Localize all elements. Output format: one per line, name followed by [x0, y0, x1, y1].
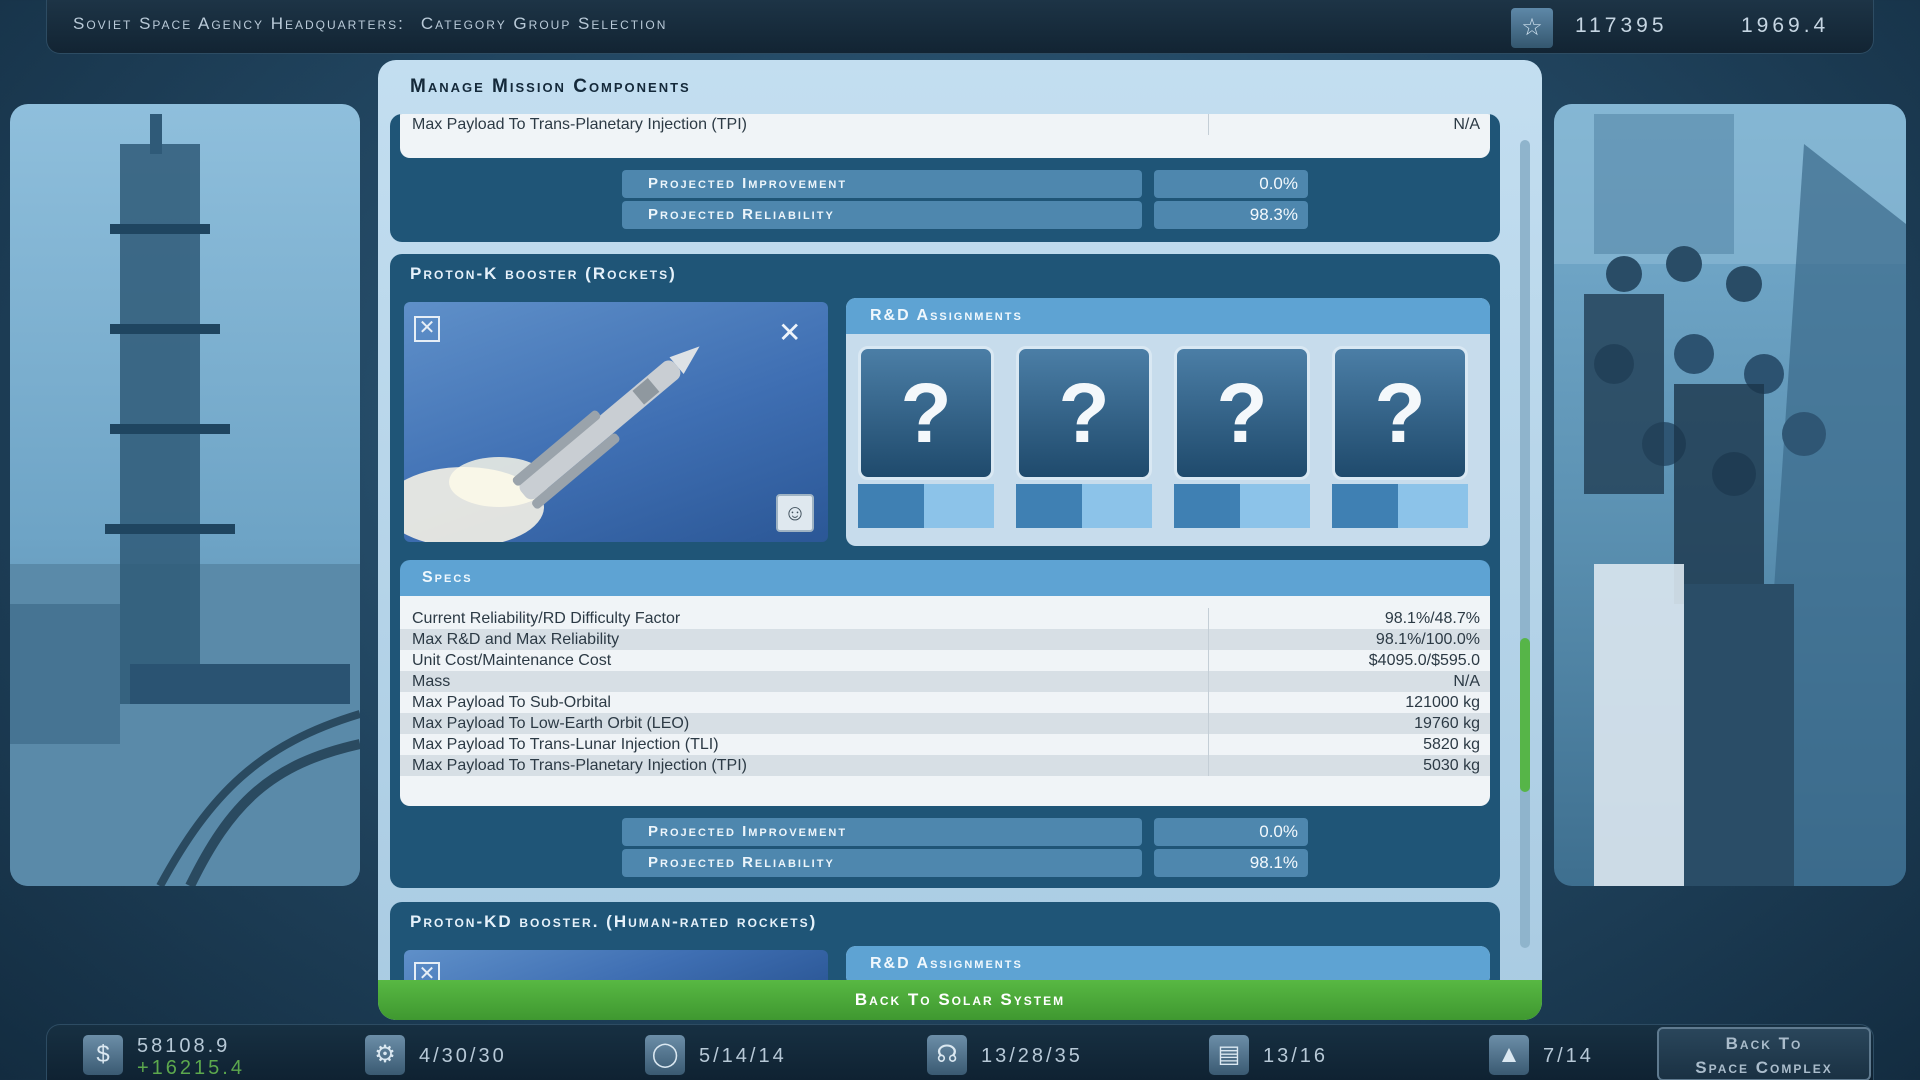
spec-label: Max Payload To Sub-Orbital: [412, 694, 611, 711]
bottom-bar: $ 58108.9 +16215.4 ⚙ 4/30/30 ◯ 5/14/14 ☊…: [46, 1024, 1874, 1080]
dollar-icon[interactable]: $: [83, 1035, 123, 1075]
scrollbar-thumb[interactable]: [1520, 638, 1530, 792]
rd-slot-right[interactable]: [1082, 484, 1152, 528]
breadcrumb: Soviet Space Agency Headquarters: Categor…: [73, 14, 667, 34]
projected-reliability-label: Projected Reliability: [622, 849, 1142, 877]
cosmonaut-icon[interactable]: ☺: [776, 494, 814, 532]
rd-assignments: R&D Assignments ? ? ? ?: [846, 298, 1490, 546]
gear-icon[interactable]: ⚙: [365, 1035, 405, 1075]
spec-value: N/A: [1453, 673, 1480, 690]
spec-label: Mass: [412, 673, 451, 690]
rocket-image: ✕ ✕ ☺: [404, 302, 828, 542]
projected-reliability-value: 98.3%: [1154, 201, 1308, 229]
back-button-line1: Back To: [1725, 1034, 1803, 1053]
rd-slot-right[interactable]: [1398, 484, 1468, 528]
money-value: 58108.9: [137, 1035, 231, 1057]
scrollbar[interactable]: [1520, 140, 1530, 948]
spec-value: N/A: [1453, 116, 1480, 133]
rd-slot[interactable]: ?: [858, 346, 994, 528]
spec-value: 98.1%/100.0%: [1375, 631, 1480, 648]
projected-improvement-value: 0.0%: [1154, 818, 1308, 846]
question-icon[interactable]: ?: [1174, 346, 1310, 480]
component-title: Proton-K booster (Rockets): [410, 264, 677, 283]
capsule-icon[interactable]: ◯: [645, 1035, 685, 1075]
question-icon[interactable]: ?: [858, 346, 994, 480]
table-row: Max Payload To Sub-Orbital 121000 kg: [400, 692, 1490, 713]
rd-slot-left[interactable]: [1016, 484, 1082, 528]
mission-components-panel: Manage Mission Components Max Payload To…: [378, 60, 1542, 1020]
rd-slot[interactable]: ?: [1174, 346, 1310, 528]
spec-label: Max Payload To Low-Earth Orbit (LEO): [412, 715, 690, 732]
back-to-solar-system-button[interactable]: Back To Solar System: [378, 980, 1542, 1020]
spec-label: Max Payload To Trans-Lunar Injection (TL…: [412, 736, 719, 753]
spec-value: 19760 kg: [1414, 715, 1480, 732]
star-icon[interactable]: ☆: [1511, 8, 1553, 48]
location-title: Soviet Space Agency Headquarters:: [73, 14, 405, 33]
spec-value: $4095.0/$595.0: [1368, 652, 1480, 669]
question-icon[interactable]: ?: [1332, 346, 1468, 480]
engineering-value: 4/30/30: [419, 1045, 507, 1067]
income-value: +16215.4: [137, 1057, 245, 1079]
spec-label: Current Reliability/RD Difficulty Factor: [412, 610, 681, 627]
spec-label: Max R&D and Max Reliability: [412, 631, 620, 648]
table-row: Max R&D and Max Reliability 98.1%/100.0%: [400, 629, 1490, 650]
spec-value: 98.1%/48.7%: [1384, 610, 1480, 627]
spec-value: 5820 kg: [1423, 736, 1480, 753]
component-card-previous: Max Payload To Trans-Planetary Injection…: [390, 114, 1500, 242]
prestige-value: 117395: [1575, 14, 1668, 37]
table-row: Max Payload To Low-Earth Orbit (LEO) 1976…: [400, 713, 1490, 734]
specs-table: Max Payload To Trans-Planetary Injection…: [400, 114, 1490, 158]
spec-label: Max Payload To Trans-Planetary Injection…: [412, 757, 747, 774]
folder-icon[interactable]: ▤: [1209, 1035, 1249, 1075]
rd-assignments-header: R&D Assignments: [846, 298, 1490, 334]
table-row: Max Payload To Trans-Planetary Injection…: [400, 114, 1490, 135]
projected-improvement-value: 0.0%: [1154, 170, 1308, 198]
capsule-value: 5/14/14: [699, 1045, 787, 1067]
component-title: Proton-KD booster. (Human-rated rockets): [410, 912, 818, 931]
back-button-line2: Space Complex: [1695, 1058, 1833, 1077]
projected-reliability-value: 98.1%: [1154, 849, 1308, 877]
rd-assignments-header: R&D Assignments: [846, 946, 1490, 982]
projected-improvement-label: Projected Improvement: [622, 170, 1142, 198]
pencil-icon[interactable]: ✕: [778, 316, 818, 356]
table-row: Current Reliability/RD Difficulty Factor…: [400, 608, 1490, 629]
rd-slot[interactable]: ?: [1016, 346, 1152, 528]
projected-reliability-label: Projected Reliability: [622, 201, 1142, 229]
city-icon[interactable]: ▲: [1489, 1035, 1529, 1075]
rd-slot-left[interactable]: [858, 484, 924, 528]
close-icon[interactable]: ✕: [414, 316, 440, 342]
mission-control-value: 13/28/35: [981, 1045, 1083, 1067]
control-room-photo: [1554, 104, 1906, 886]
spec-label: Unit Cost/Maintenance Cost: [412, 652, 612, 669]
spec-value: 5030 kg: [1423, 757, 1480, 774]
facilities-value: 7/14: [1543, 1045, 1594, 1067]
component-card-proton-k: Proton-K booster (Rockets) ✕ ✕ ☺ R&D Ass…: [390, 254, 1500, 888]
launch-tower-photo: [10, 104, 360, 886]
rd-slot-right[interactable]: [1240, 484, 1310, 528]
back-to-space-complex-button[interactable]: Back To Space Complex: [1657, 1027, 1871, 1080]
projected-improvement-label: Projected Improvement: [622, 818, 1142, 846]
table-row: Mass N/A: [400, 671, 1490, 692]
specs-table: Current Reliability/RD Difficulty Factor…: [400, 596, 1490, 806]
spec-label: Max Payload To Trans-Planetary Injection…: [412, 116, 747, 133]
table-row: Max Payload To Trans-Lunar Injection (TL…: [400, 734, 1490, 755]
rd-slot-left[interactable]: [1174, 484, 1240, 528]
spec-value: 121000 kg: [1405, 694, 1480, 711]
rd-slot-right[interactable]: [924, 484, 994, 528]
rd-slot-left[interactable]: [1332, 484, 1398, 528]
panel-title: Manage Mission Components: [410, 76, 691, 97]
files-value: 13/16: [1263, 1045, 1329, 1067]
table-row: Unit Cost/Maintenance Cost $4095.0/$595.0: [400, 650, 1490, 671]
question-icon[interactable]: ?: [1016, 346, 1152, 480]
date-value: 1969.4: [1741, 14, 1830, 37]
headset-icon[interactable]: ☊: [927, 1035, 967, 1075]
rd-slot[interactable]: ?: [1332, 346, 1468, 528]
top-bar: Soviet Space Agency Headquarters: Categor…: [46, 0, 1874, 54]
screen-title: Category Group Selection: [420, 14, 668, 33]
table-row: Max Payload To Trans-Planetary Injection…: [400, 755, 1490, 776]
specs-header: Specs: [400, 560, 1490, 596]
